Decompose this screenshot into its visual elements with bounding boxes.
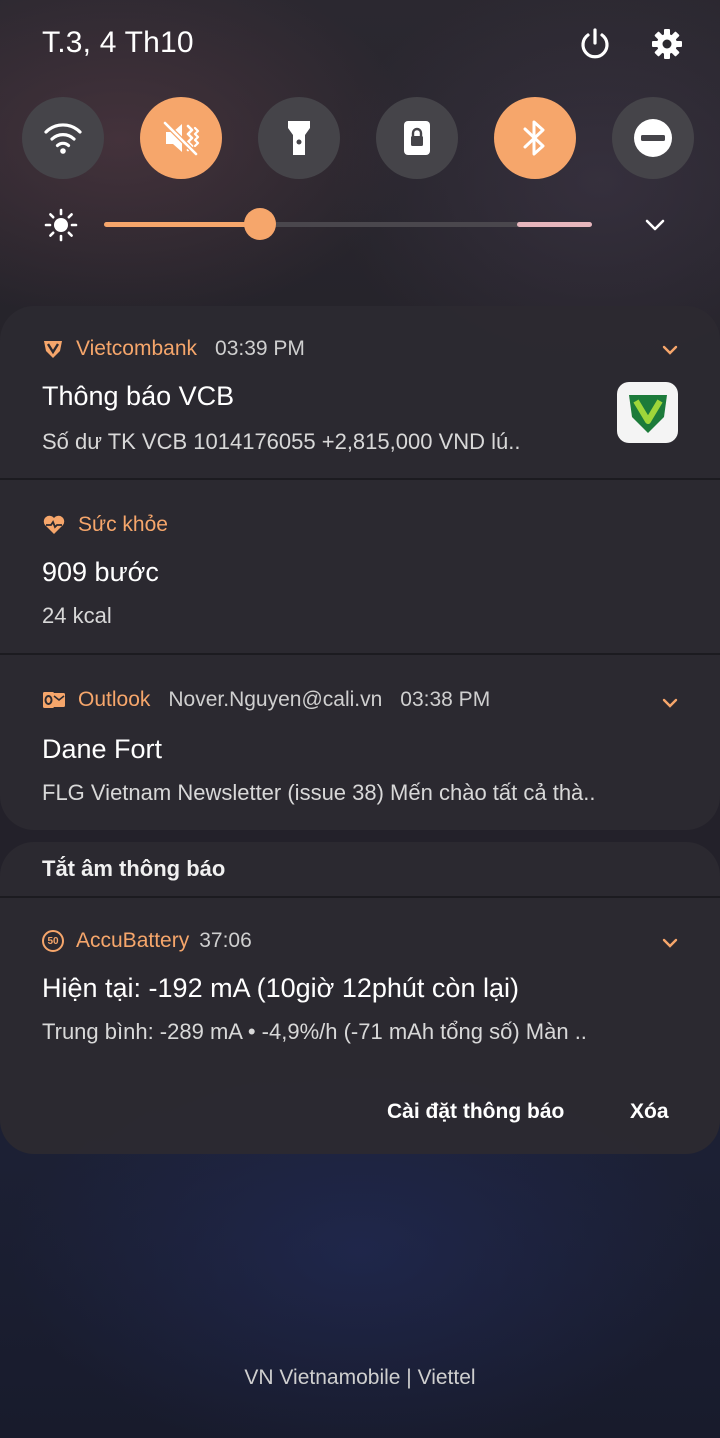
notification-accubattery[interactable]: 50 AccuBattery 37:06 Hiện tại: -192 mA (… bbox=[0, 898, 720, 1070]
date-label: T.3, 4 Th10 bbox=[42, 26, 194, 59]
chevron-down-icon[interactable] bbox=[643, 214, 667, 241]
expand-chevron-icon[interactable] bbox=[662, 342, 678, 358]
brightness-extra-range bbox=[517, 222, 592, 227]
flashlight-icon bbox=[288, 121, 310, 155]
app-name: Outlook bbox=[78, 688, 151, 711]
notification-time: 03:39 PM bbox=[215, 337, 305, 360]
brightness-icon bbox=[44, 208, 78, 247]
notification-outlook[interactable]: Outlook Nover.Nguyen@cali.vn 03:38 PM Da… bbox=[0, 655, 720, 830]
wifi-icon bbox=[44, 123, 82, 154]
bluetooth-icon bbox=[523, 120, 545, 156]
notification-vietcombank[interactable]: Vietcombank 03:39 PM Thông báo VCB Số dư… bbox=[0, 306, 720, 478]
notification-time: 03:38 PM bbox=[400, 688, 491, 711]
bluetooth-toggle[interactable] bbox=[494, 97, 576, 179]
notification-time: 37:06 bbox=[199, 929, 252, 952]
accubattery-icon: 50 bbox=[42, 930, 64, 952]
expand-chevron-icon[interactable] bbox=[662, 935, 678, 951]
vietcombank-logo bbox=[617, 382, 678, 443]
gear-icon[interactable] bbox=[649, 26, 685, 62]
notification-title: 909 bước bbox=[42, 557, 159, 587]
sound-toggle[interactable] bbox=[140, 97, 222, 179]
expand-chevron-icon[interactable] bbox=[662, 695, 678, 711]
app-name: Vietcombank bbox=[76, 337, 198, 360]
notification-text: Số dư TK VCB 1014176055 +2,815,000 VND l… bbox=[42, 429, 521, 454]
clear-all-button[interactable]: Xóa bbox=[630, 1100, 669, 1124]
notification-title: Hiện tại: -192 mA (10giờ 12phút còn lại) bbox=[42, 973, 519, 1003]
brightness-slider-thumb[interactable] bbox=[244, 208, 277, 240]
flashlight-toggle[interactable] bbox=[258, 97, 340, 179]
vietcombank-shield-icon bbox=[44, 341, 62, 358]
rotation-lock-icon bbox=[404, 121, 430, 155]
notification-text: Trung bình: -289 mA • -4,9%/h (-71 mAh t… bbox=[42, 1019, 587, 1044]
notification-text: FLG Vietnam Newsletter (issue 38) Mến ch… bbox=[42, 780, 596, 805]
notification-health[interactable]: Sức khỏe 909 bước 24 kcal bbox=[0, 480, 720, 653]
brightness-level-fill bbox=[104, 222, 261, 227]
carrier-label: VN Vietnamobile | Viettel bbox=[244, 1366, 476, 1389]
notification-settings-button[interactable]: Cài đặt thông báo bbox=[387, 1100, 564, 1124]
rotation-lock-toggle[interactable] bbox=[376, 97, 458, 179]
app-name: AccuBattery bbox=[76, 929, 190, 952]
app-name: Sức khỏe bbox=[78, 513, 168, 536]
heart-icon bbox=[43, 515, 65, 534]
silent-section-header: Tắt âm thông báo bbox=[42, 856, 226, 881]
power-icon[interactable] bbox=[577, 26, 613, 62]
notification-text: 24 kcal bbox=[42, 603, 112, 628]
notification-title: Thông báo VCB bbox=[42, 381, 235, 411]
notification-title: Dane Fort bbox=[42, 734, 163, 764]
do-not-disturb-icon bbox=[634, 119, 672, 157]
vibrate-icon bbox=[163, 121, 200, 156]
dnd-toggle[interactable] bbox=[612, 97, 694, 179]
wifi-toggle[interactable] bbox=[22, 97, 104, 179]
notification-account: Nover.Nguyen@cali.vn bbox=[168, 688, 383, 711]
outlook-icon bbox=[43, 692, 65, 708]
